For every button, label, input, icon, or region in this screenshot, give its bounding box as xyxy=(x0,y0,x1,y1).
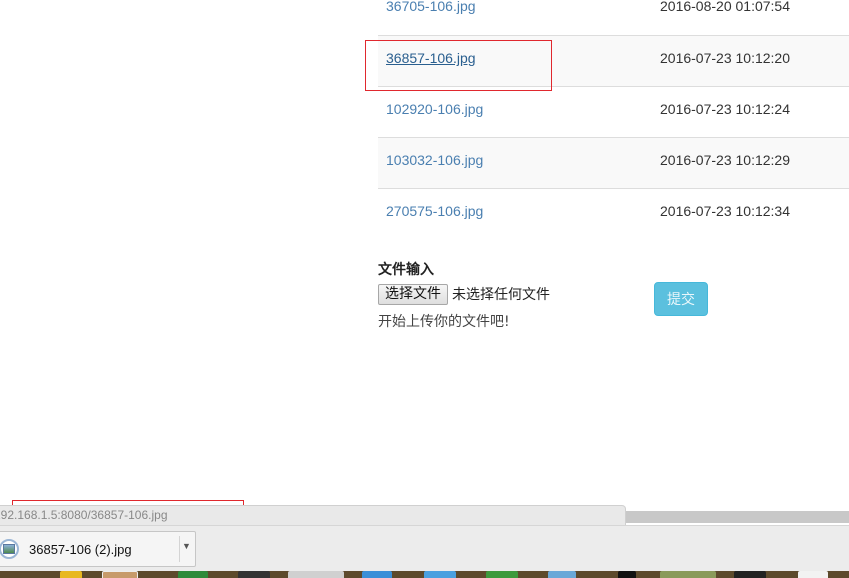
taskbar-app-icon[interactable] xyxy=(102,571,138,578)
download-shelf: 36857-106 (2).jpg ▼ xyxy=(0,525,849,571)
taskbar-app-icon[interactable] xyxy=(734,571,766,578)
taskbar-app-icon[interactable] xyxy=(362,571,392,578)
table-row: 270575-106.jpg 2016-07-23 10:12:34 xyxy=(378,188,849,239)
download-item[interactable]: 36857-106 (2).jpg ▼ xyxy=(0,531,196,567)
table-row: 36705-106.jpg 2016-08-20 01:07:54 xyxy=(378,0,849,35)
no-file-label: 未选择任何文件 xyxy=(452,287,550,303)
taskbar-app-icon[interactable] xyxy=(618,571,636,578)
taskbar-app-icon[interactable] xyxy=(798,571,828,578)
file-date: 2016-08-20 01:07:54 xyxy=(660,0,790,14)
file-date: 2016-07-23 10:12:29 xyxy=(660,152,790,168)
taskbar-app-icon[interactable] xyxy=(288,571,344,578)
image-file-icon xyxy=(0,539,19,559)
taskbar-app-icon[interactable] xyxy=(238,571,270,578)
file-link[interactable]: 36705-106.jpg xyxy=(386,0,476,14)
file-link[interactable]: 102920-106.jpg xyxy=(386,101,483,117)
file-link[interactable]: 270575-106.jpg xyxy=(386,203,483,219)
divider xyxy=(179,536,180,562)
table-row: 103032-106.jpg 2016-07-23 10:12:29 xyxy=(378,137,849,188)
download-item-name: 36857-106 (2).jpg xyxy=(29,542,132,557)
upload-hint: 开始上传你的文件吧! xyxy=(378,314,510,330)
file-date: 2016-07-23 10:12:20 xyxy=(660,50,790,66)
taskbar-app-icon[interactable] xyxy=(660,571,716,578)
status-url-text: 192.168.1.5:8080/36857-106.jpg xyxy=(0,508,168,522)
file-link[interactable]: 103032-106.jpg xyxy=(386,152,483,168)
taskbar-app-icon[interactable] xyxy=(424,571,456,578)
horizontal-scrollbar[interactable] xyxy=(626,511,849,523)
table-row: 102920-106.jpg 2016-07-23 10:12:24 xyxy=(378,86,849,137)
taskbar xyxy=(0,571,849,578)
file-table: 36705-106.jpg 2016-08-20 01:07:54 36857-… xyxy=(378,0,849,239)
file-link[interactable]: 36857-106.jpg xyxy=(386,50,476,66)
status-url-bar: 192.168.1.5:8080/36857-106.jpg xyxy=(0,505,626,525)
upload-title: 文件输入 xyxy=(378,261,434,277)
file-chooser: 选择文件 未选择任何文件 xyxy=(378,283,550,305)
submit-button[interactable]: 提交 xyxy=(654,282,708,316)
table-row: 36857-106.jpg 2016-07-23 10:12:20 xyxy=(378,35,849,86)
taskbar-app-icon[interactable] xyxy=(178,571,208,578)
taskbar-app-icon[interactable] xyxy=(486,571,518,578)
taskbar-app-icon[interactable] xyxy=(60,571,82,578)
file-date: 2016-07-23 10:12:24 xyxy=(660,101,790,117)
dropdown-arrow-icon[interactable]: ▼ xyxy=(182,541,191,551)
choose-file-button[interactable]: 选择文件 xyxy=(378,283,448,305)
taskbar-app-icon[interactable] xyxy=(548,571,576,578)
file-date: 2016-07-23 10:12:34 xyxy=(660,203,790,219)
